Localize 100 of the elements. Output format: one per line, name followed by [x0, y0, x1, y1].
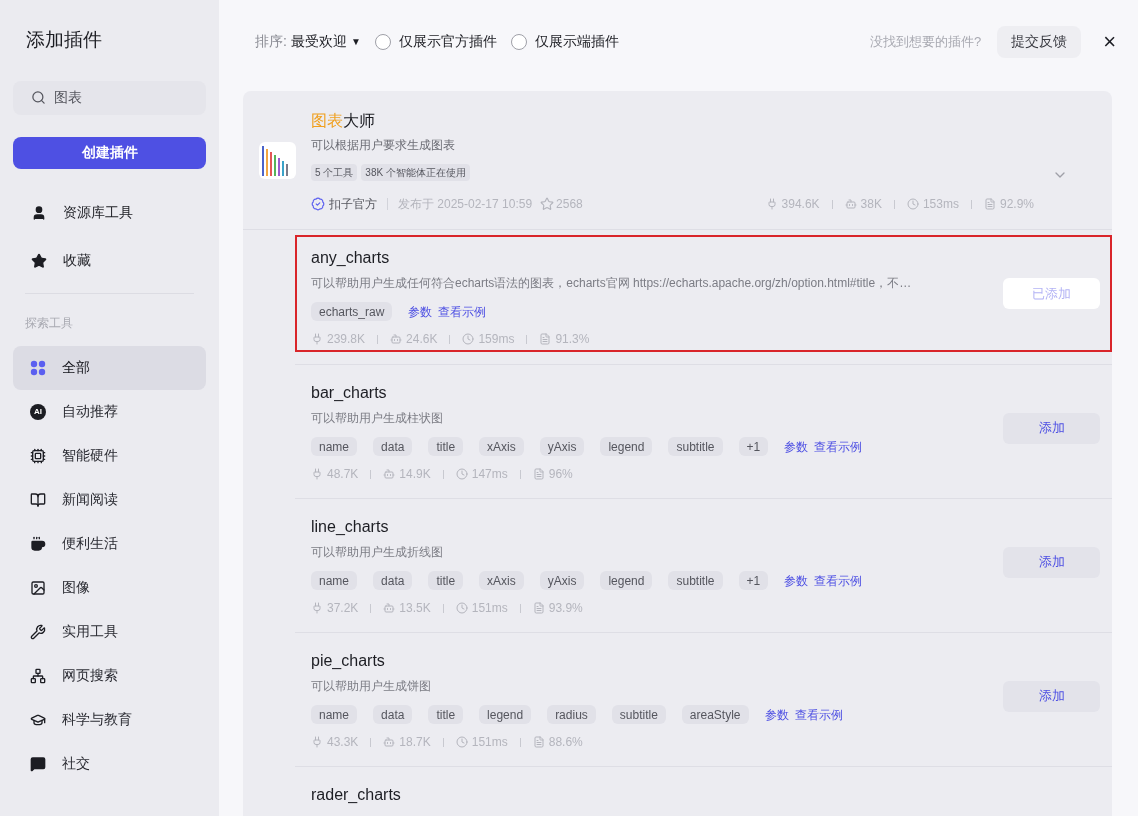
- stat-value: 38K: [860, 196, 882, 213]
- param-tag: subtitle: [668, 571, 723, 590]
- category-item[interactable]: 实用工具: [13, 609, 206, 654]
- clock-icon: [455, 602, 468, 614]
- param-tag: xAxis: [479, 571, 524, 590]
- example-link[interactable]: 查看示例: [438, 302, 487, 321]
- tool-name: rader_charts: [311, 785, 402, 805]
- stat-value: 151ms: [471, 734, 508, 751]
- tool-description: 可以帮助用户生成任何符合echarts语法的图表，echarts官网 https://echarts.apache.org/zh/option.html#title，不…: [311, 275, 913, 292]
- stat-value: 239.8K: [327, 331, 366, 348]
- feedback-button[interactable]: 提交反馈: [997, 25, 1082, 58]
- radio-button[interactable]: [374, 33, 391, 50]
- param-tag: legend: [600, 437, 653, 456]
- plugin-tag: 5 个工具: [311, 164, 358, 181]
- tool-name: bar_charts: [311, 383, 388, 403]
- category-item[interactable]: 新闻阅读: [13, 477, 206, 522]
- section-title: 探索工具: [25, 314, 74, 332]
- param-tag: xAxis: [479, 437, 524, 456]
- filter-label: 仅展示官方插件: [398, 32, 497, 51]
- example-link[interactable]: 查看示例: [814, 571, 863, 590]
- stat-value: 153ms: [922, 196, 959, 213]
- category-item[interactable]: 智能硬件: [13, 433, 206, 478]
- param-tag: +1: [738, 437, 769, 456]
- stat-value: 92.9%: [999, 196, 1034, 213]
- add-button[interactable]: 添加: [1003, 680, 1100, 712]
- search-icon: [31, 90, 46, 105]
- plugin-tag: 38K 个智能体正在使用: [361, 164, 470, 181]
- document-icon: [532, 736, 545, 748]
- close-button[interactable]: ×: [1103, 30, 1116, 53]
- param-tag: title: [428, 571, 464, 590]
- category-item[interactable]: 网页搜索: [13, 653, 206, 698]
- stat-value: 14.9K: [399, 466, 431, 483]
- clock-icon: [455, 736, 468, 748]
- plug-icon: [311, 468, 323, 480]
- document-icon: [532, 468, 545, 480]
- param-tag: name: [311, 705, 358, 724]
- params-link[interactable]: 参数: [784, 437, 809, 456]
- param-tag: title: [428, 705, 464, 724]
- stat-value: 13.5K: [399, 600, 431, 617]
- search-field[interactable]: 图表: [13, 80, 206, 115]
- bot-icon: [844, 198, 857, 210]
- stat-value: 43.3K: [327, 734, 359, 751]
- publisher: 扣子官方: [329, 196, 377, 213]
- stat-value: 151ms: [471, 600, 508, 617]
- document-icon: [532, 602, 545, 614]
- stat-value: 18.7K: [399, 734, 431, 751]
- stat-value: 48.7K: [327, 466, 359, 483]
- category-item[interactable]: 便利生活: [13, 521, 206, 566]
- tool-description: 可以帮助用户生成柱状图: [311, 410, 444, 427]
- category-item[interactable]: 图像: [13, 565, 206, 610]
- category-item[interactable]: AI 自动推荐: [13, 389, 206, 434]
- star-icon: [31, 252, 47, 269]
- param-tag: name: [311, 571, 358, 590]
- param-tag: radius: [547, 705, 596, 724]
- example-link[interactable]: 查看示例: [814, 437, 863, 456]
- stat-value: 93.9%: [548, 600, 583, 617]
- cup-icon: [30, 535, 46, 552]
- param-tag: data: [373, 571, 413, 590]
- stat-value: 159ms: [478, 331, 515, 348]
- sidebar-item[interactable]: 资源库工具: [13, 190, 206, 235]
- param-tag: areaStyle: [681, 705, 749, 724]
- star-icon: [540, 197, 555, 211]
- plug-icon: [311, 736, 323, 748]
- ai-icon: AI: [30, 403, 46, 420]
- param-tag: +1: [738, 571, 769, 590]
- bot-icon: [383, 736, 396, 748]
- plugin-title: 图表大师: [311, 111, 376, 131]
- stat-value: 147ms: [471, 466, 508, 483]
- param-tag: data: [373, 705, 413, 724]
- params-link[interactable]: 参数: [764, 705, 789, 724]
- bot-icon: [383, 602, 396, 614]
- params-link[interactable]: 参数: [784, 571, 809, 590]
- feedback-prompt: 没找到想要的插件?: [869, 32, 982, 51]
- clock-icon: [455, 468, 468, 480]
- chat-icon: [30, 755, 46, 772]
- sidebar-item[interactable]: 收藏: [13, 238, 206, 283]
- document-icon: [539, 333, 552, 345]
- params-link[interactable]: 参数: [408, 302, 433, 321]
- wrench-icon: [30, 623, 46, 640]
- create-plugin-button[interactable]: 创建插件: [13, 136, 206, 169]
- stat-value: 24.6K: [406, 331, 438, 348]
- plug-icon: [765, 198, 778, 210]
- plug-icon: [311, 333, 323, 345]
- network-icon: [30, 667, 46, 684]
- param-tag: name: [311, 437, 358, 456]
- param-tag: title: [428, 437, 464, 456]
- sort-dropdown[interactable]: 最受欢迎 ▼: [290, 31, 361, 52]
- category-item[interactable]: 科学与教育: [13, 697, 206, 742]
- tool-name: line_charts: [311, 517, 390, 537]
- bot-icon: [390, 333, 403, 345]
- radio-button[interactable]: [510, 33, 527, 50]
- add-button[interactable]: 添加: [1003, 412, 1100, 444]
- add-button[interactable]: 添加: [1003, 546, 1100, 578]
- param-tag: data: [373, 437, 413, 456]
- example-link[interactable]: 查看示例: [794, 705, 843, 724]
- tool-name: pie_charts: [311, 651, 386, 671]
- category-item[interactable]: 社交: [13, 741, 206, 786]
- category-item[interactable]: 全部: [13, 345, 206, 390]
- official-badge-icon: [311, 197, 325, 211]
- book-icon: [30, 491, 46, 508]
